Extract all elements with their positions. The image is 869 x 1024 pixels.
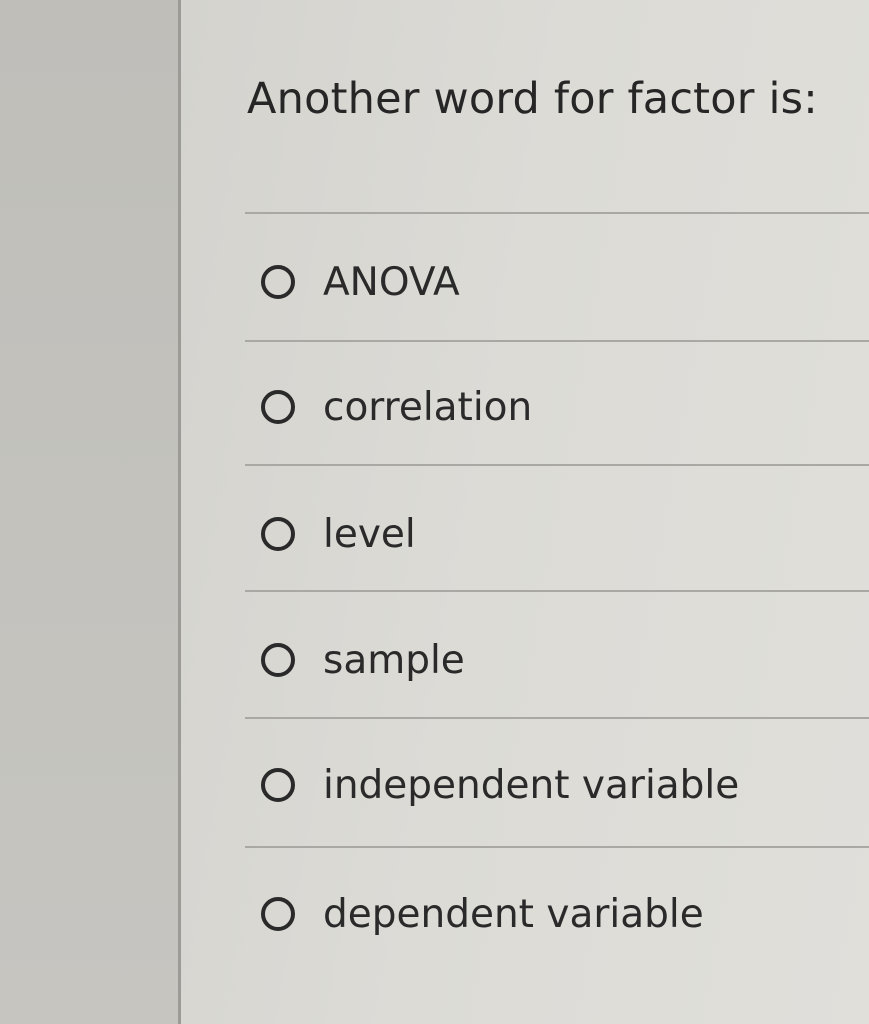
option-label: level — [323, 511, 416, 557]
option-sample[interactable]: sample — [261, 630, 465, 690]
option-label: sample — [323, 637, 465, 683]
radio-button-icon[interactable] — [261, 517, 295, 551]
option-dependent-variable[interactable]: dependent variable — [261, 884, 704, 944]
divider — [245, 717, 869, 719]
radio-button-icon[interactable] — [261, 390, 295, 424]
option-label: dependent variable — [323, 891, 704, 937]
question-panel: Another word for factor is: ANOVA correl… — [181, 0, 869, 1024]
option-level[interactable]: level — [261, 504, 416, 564]
divider — [245, 464, 869, 466]
option-label: independent variable — [323, 762, 740, 808]
option-label: correlation — [323, 384, 533, 430]
question-text: Another word for factor is: — [247, 74, 818, 124]
option-independent-variable[interactable]: independent variable — [261, 755, 739, 815]
option-anova[interactable]: ANOVA — [261, 252, 460, 312]
divider — [245, 212, 869, 214]
option-label: ANOVA — [323, 259, 460, 305]
radio-button-icon[interactable] — [261, 643, 295, 677]
radio-button-icon[interactable] — [261, 265, 295, 299]
option-correlation[interactable]: correlation — [261, 377, 532, 437]
radio-button-icon[interactable] — [261, 897, 295, 931]
divider — [245, 590, 869, 592]
radio-button-icon[interactable] — [261, 768, 295, 802]
divider — [245, 340, 869, 342]
divider — [245, 846, 869, 848]
left-margin — [0, 0, 180, 1024]
